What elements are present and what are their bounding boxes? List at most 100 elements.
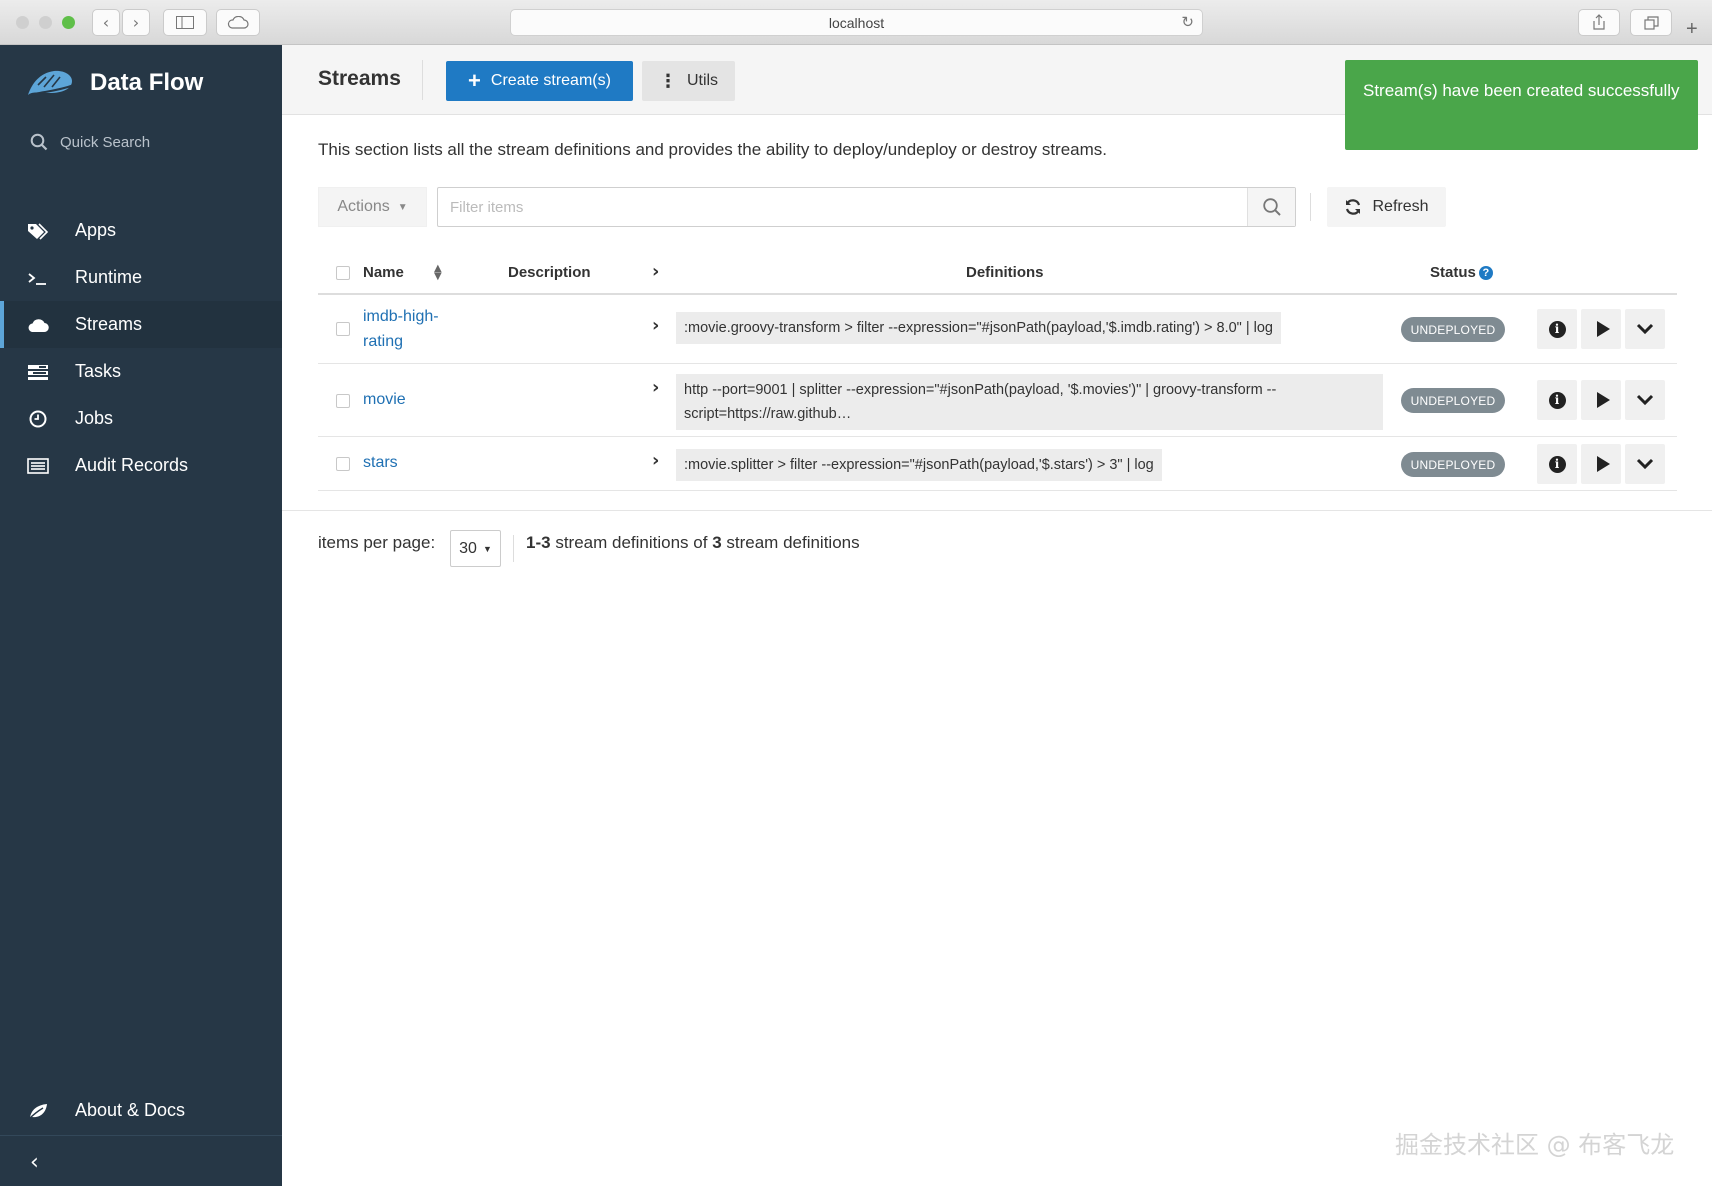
list-icon [26,456,50,476]
pagination-range: 1-3 [526,533,551,552]
quick-search[interactable]: Quick Search [30,133,150,151]
leaf-icon [26,1101,50,1121]
sidebar-item-label: Jobs [75,408,114,428]
stream-name-line: imdb-high- [363,308,439,325]
row-checkbox[interactable] [336,322,350,336]
row-checkbox[interactable] [336,394,350,408]
sidebar-item-jobs[interactable]: Jobs [0,395,282,442]
sidebar-divider [0,1135,282,1136]
tasks-icon [26,362,50,382]
chevron-left-icon: ‹ [30,1150,39,1175]
window-zoom-button[interactable] [62,16,75,29]
refresh-button[interactable]: Refresh [1327,187,1446,227]
status-badge: UNDEPLOYED [1401,317,1505,342]
row-menu-button[interactable] [1625,309,1665,349]
pagination-text: stream definitions [726,533,860,552]
stream-name-link[interactable]: movie [363,387,406,412]
column-header-description: Description [508,264,591,281]
deploy-button[interactable] [1581,309,1621,349]
stream-name-link[interactable]: stars [363,450,398,475]
items-per-page-value: 30 [459,539,477,557]
row-checkbox[interactable] [336,457,350,471]
expand-all-chevron-icon[interactable]: › [652,261,659,282]
sidebar-item-runtime[interactable]: Runtime [0,254,282,301]
window-minimize-button[interactable] [39,16,52,29]
success-toast[interactable]: Stream(s) have been created successfully [1345,60,1698,150]
status-badge: UNDEPLOYED [1401,388,1505,413]
clock-icon [26,409,50,429]
table-header: Name ▲ ▼ Description › Definitions Status… [318,255,1677,295]
back-button[interactable]: ‹ [92,9,120,36]
sidebar-item-apps[interactable]: Apps [0,207,282,254]
stream-name-link[interactable]: imdb-high- rating [363,304,439,354]
details-button[interactable]: i [1537,380,1577,420]
filter-input[interactable] [438,188,1248,226]
row-menu-button[interactable] [1625,444,1665,484]
chevron-down-icon [1636,458,1654,470]
status-header-label: Status [1430,264,1476,281]
sidebar-item-streams[interactable]: Streams [0,301,282,348]
expand-row-chevron-icon[interactable]: › [652,450,659,471]
browser-toolbar: ‹ › localhost ↻ + [0,0,1712,45]
expand-row-chevron-icon[interactable]: › [652,315,659,336]
url-text: localhost [828,14,885,31]
sidebar-item-label: About & Docs [75,1100,186,1120]
sidebar-item-label: Tasks [75,361,122,381]
utils-button[interactable]: ⋮ Utils [642,61,735,101]
details-button[interactable]: i [1537,444,1577,484]
info-icon: i [1548,391,1566,409]
row-menu-button[interactable] [1625,380,1665,420]
filter-search-button[interactable] [1247,188,1295,226]
reload-icon[interactable]: ↻ [1181,13,1194,31]
sidebar-icon [176,16,194,29]
tabs-icon [1643,15,1659,30]
stream-name-line: movie [363,391,406,408]
actions-dropdown[interactable]: Actions ▼ [318,187,427,227]
forward-button[interactable]: › [122,9,150,36]
tabs-overview-button[interactable] [1630,9,1672,36]
address-bar[interactable]: localhost ↻ [510,9,1203,36]
deploy-button[interactable] [1581,380,1621,420]
pagination-text: stream definitions of [555,533,708,552]
help-icon[interactable]: ? [1478,266,1493,280]
stream-definition-line: http --port=9001 | splitter --expression… [684,382,1277,398]
pagination-total: 3 [712,533,722,552]
expand-row-chevron-icon[interactable]: › [652,377,659,398]
utils-label: Utils [686,72,719,89]
share-button[interactable] [1578,9,1620,36]
content-divider [282,510,1712,511]
create-stream-button[interactable]: + Create stream(s) [446,61,633,101]
deploy-button[interactable] [1581,444,1621,484]
chevron-left-icon: ‹ [102,13,110,32]
sidebar-toggle-button[interactable] [163,9,207,36]
details-button[interactable]: i [1537,309,1577,349]
tags-icon [26,221,50,241]
search-icon [30,133,48,151]
caret-down-icon: ▼ [397,201,408,213]
play-icon [1596,321,1610,337]
header-divider [422,60,423,100]
brand-title: Data Flow [90,69,204,96]
window-close-button[interactable] [16,16,29,29]
sidebar-item-audit-records[interactable]: Audit Records [0,442,282,489]
stream-definition-line: script=https://raw.github… [684,406,852,422]
brand[interactable]: Data Flow [24,63,203,103]
sort-icon[interactable]: ▲ ▼ [434,264,442,282]
column-header-status: Status? [1430,264,1493,281]
sidebar: Data Flow Quick Search Apps Runtime Stre… [0,45,282,1186]
new-tab-button[interactable]: + [1686,18,1698,41]
collapse-sidebar-button[interactable]: ‹ [30,1150,39,1175]
select-all-checkbox[interactable] [336,266,350,280]
icloud-tabs-button[interactable] [216,9,260,36]
sidebar-item-label: Runtime [75,267,143,287]
sidebar-item-about-docs[interactable]: About & Docs [26,1100,185,1121]
refresh-label: Refresh [1372,198,1429,215]
caret-down-icon: ▼ [482,543,492,554]
sidebar-item-tasks[interactable]: Tasks [0,348,282,395]
create-stream-label: Create stream(s) [490,72,611,89]
stream-name-line: rating [363,333,404,350]
items-per-page-select[interactable]: 30 ▼ [450,530,501,567]
column-header-name[interactable]: Name [363,264,404,281]
info-icon: i [1548,455,1566,473]
section-description: This section lists all the stream defini… [318,140,1108,159]
